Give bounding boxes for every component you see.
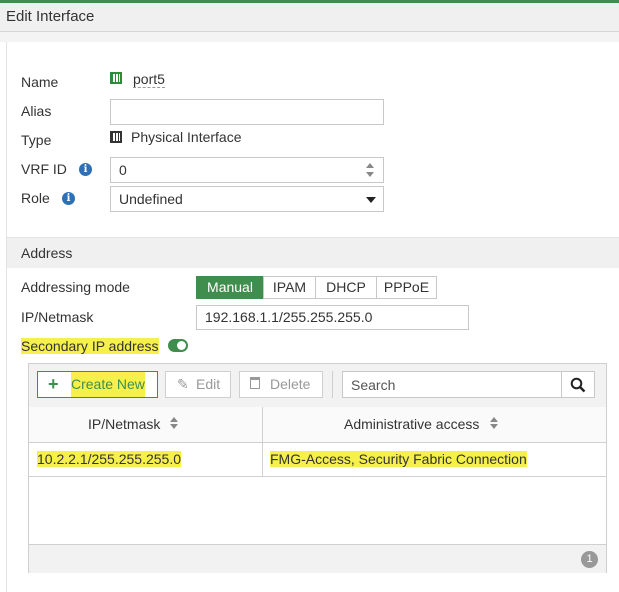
toolbar-divider bbox=[332, 371, 333, 398]
alias-label: Alias bbox=[21, 103, 52, 119]
delete-button[interactable]: Delete bbox=[239, 371, 323, 398]
vrf-id-value: 0 bbox=[119, 162, 127, 178]
mode-ipam-button[interactable]: IPAM bbox=[263, 276, 316, 299]
secondary-ip-label: Secondary IP address bbox=[21, 338, 159, 354]
role-select[interactable]: Undefined bbox=[110, 186, 384, 212]
physical-interface-icon bbox=[110, 131, 122, 143]
secondary-ip-toggle[interactable] bbox=[168, 339, 188, 352]
create-new-label: Create New bbox=[71, 372, 145, 397]
vrf-id-stepper[interactable]: 0 bbox=[110, 157, 384, 183]
header-gap bbox=[0, 32, 619, 42]
search-input[interactable]: Search bbox=[342, 371, 562, 398]
chevron-down-icon bbox=[366, 197, 376, 203]
table-toolbar: + Create New ✎ Edit Delete Search bbox=[29, 364, 606, 408]
sort-icon[interactable] bbox=[170, 417, 178, 431]
mode-manual-button[interactable]: Manual bbox=[196, 276, 264, 299]
type-label: Type bbox=[21, 132, 52, 148]
column-header-ip-netmask[interactable]: IP/Netmask bbox=[88, 416, 160, 432]
search-placeholder: Search bbox=[351, 377, 396, 393]
role-value: Undefined bbox=[119, 191, 183, 207]
secondary-ip-table: + Create New ✎ Edit Delete Search IP/Net… bbox=[28, 363, 607, 573]
ip-netmask-label: IP/Netmask bbox=[21, 309, 94, 325]
stepper-arrows-icon[interactable] bbox=[365, 161, 375, 179]
alias-input[interactable] bbox=[110, 99, 384, 125]
window-titlebar: Edit Interface bbox=[0, 3, 619, 32]
name-label: Name bbox=[21, 74, 59, 90]
create-new-button[interactable]: + Create New bbox=[37, 371, 158, 398]
search-button[interactable] bbox=[561, 371, 595, 398]
column-header-administrative-access[interactable]: Administrative access bbox=[344, 416, 479, 432]
table-footer: 1 bbox=[29, 544, 606, 573]
name-value: port5 bbox=[133, 71, 165, 88]
sort-icon[interactable] bbox=[490, 417, 498, 431]
mode-dhcp-button[interactable]: DHCP bbox=[315, 276, 377, 299]
edit-label: Edit bbox=[196, 376, 221, 392]
edit-button[interactable]: ✎ Edit bbox=[165, 371, 231, 398]
cell-ip-netmask: 10.2.2.1/255.255.255.0 bbox=[37, 451, 182, 467]
vrf-id-label: VRF ID bbox=[21, 161, 67, 177]
cell-administrative-access: FMG-Access, Security Fabric Connection bbox=[270, 451, 527, 467]
addressing-mode-label: Addressing mode bbox=[21, 279, 130, 295]
table-header: IP/Netmask Administrative access bbox=[29, 407, 606, 443]
port-icon bbox=[110, 72, 122, 84]
mode-pppoe-button[interactable]: PPPoE bbox=[376, 276, 437, 299]
ip-netmask-input[interactable]: 192.168.1.1/255.255.255.0 bbox=[196, 305, 469, 330]
address-section-header: Address bbox=[7, 237, 619, 268]
info-icon[interactable]: i bbox=[62, 192, 75, 205]
table-row[interactable]: 10.2.2.1/255.255.255.0 FMG-Access, Secur… bbox=[29, 442, 606, 477]
row-count-badge: 1 bbox=[581, 551, 598, 568]
trash-icon bbox=[250, 377, 260, 389]
search-icon bbox=[570, 377, 586, 393]
address-section-title: Address bbox=[21, 245, 73, 261]
pencil-icon: ✎ bbox=[177, 376, 189, 392]
window-title: Edit Interface bbox=[6, 8, 95, 25]
delete-label: Delete bbox=[270, 376, 311, 392]
type-value: Physical Interface bbox=[131, 129, 242, 145]
plus-icon: + bbox=[48, 374, 59, 394]
info-icon[interactable]: i bbox=[79, 163, 92, 176]
role-label: Role bbox=[21, 190, 50, 206]
